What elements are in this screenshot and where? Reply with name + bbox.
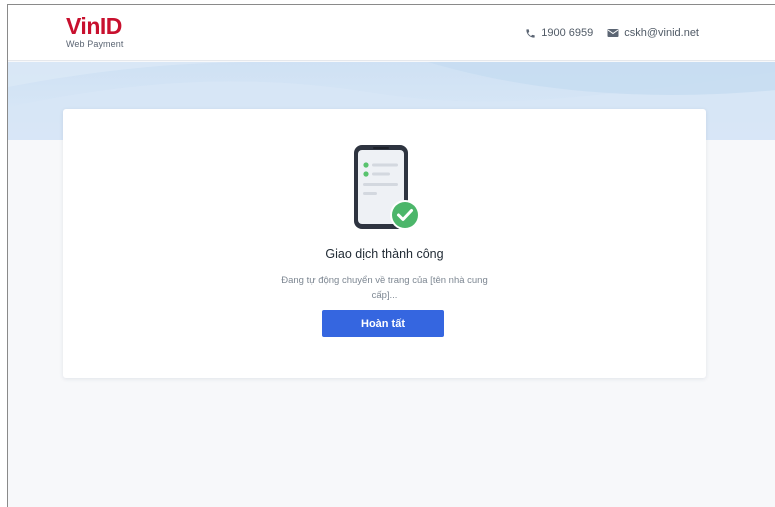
redirect-message: Đang tự động chuyển về trang của [tên nh… xyxy=(281,275,488,301)
logo-text: VinID xyxy=(66,13,122,39)
logo-subtitle: Web Payment xyxy=(66,39,124,49)
support-email[interactable]: cskh@vinid.net xyxy=(607,27,699,39)
result-title: Giao dịch thành công xyxy=(325,247,444,261)
phone-icon xyxy=(525,28,536,39)
hotline[interactable]: 1900 6959 xyxy=(525,27,593,39)
browser-viewport: VinID Web Payment 1900 6959 cskh@vinid.n… xyxy=(7,4,775,507)
phone-success-icon xyxy=(352,145,422,236)
contact-info: 1900 6959 cskh@vinid.net xyxy=(525,27,699,39)
email-address: cskh@vinid.net xyxy=(624,27,699,39)
top-header: VinID Web Payment 1900 6959 cskh@vinid.n… xyxy=(8,5,775,61)
hotline-number: 1900 6959 xyxy=(541,27,594,39)
mail-icon xyxy=(607,28,619,38)
vinid-logo[interactable]: VinID Web Payment xyxy=(66,13,124,50)
result-card: Giao dịch thành công Đang tự động chuyển… xyxy=(63,109,706,378)
complete-button[interactable]: Hoàn tất xyxy=(322,310,444,337)
